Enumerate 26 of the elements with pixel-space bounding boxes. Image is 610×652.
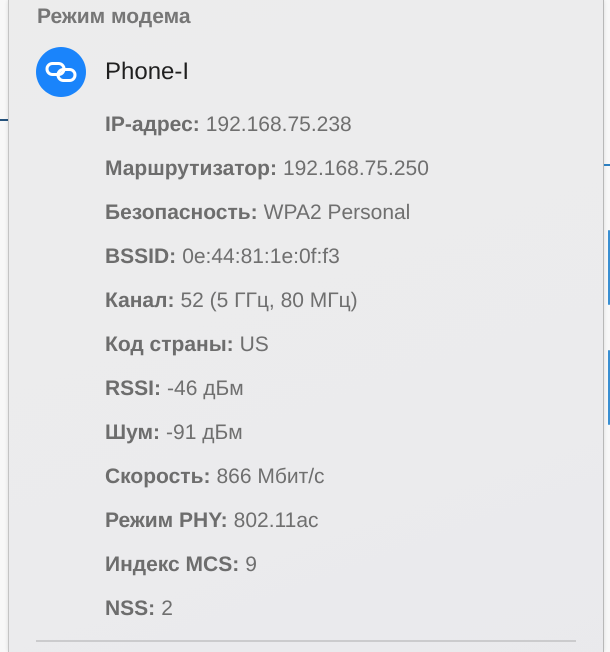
detail-label: Индекс MCS:: [105, 553, 240, 577]
detail-value: 0e:44:81:1e:0f:f3: [182, 245, 340, 269]
detail-label: BSSID:: [105, 245, 176, 269]
detail-label: RSSI:: [105, 377, 162, 401]
detail-value: 192.168.75.250: [282, 157, 429, 181]
detail-label: Код страны:: [105, 333, 234, 357]
detail-value: WPA2 Personal: [264, 201, 410, 225]
detail-label: Канал:: [105, 289, 174, 313]
detail-label: Безопасность:: [105, 201, 258, 225]
detail-label: Скорость:: [105, 465, 210, 489]
detail-value: 802.11ac: [234, 509, 319, 533]
detail-value: -91 дБм: [166, 421, 243, 445]
detail-value: 192.168.75.238: [206, 113, 352, 137]
detail-label: Режим PHY:: [105, 509, 228, 533]
detail-value: 52 (5 ГГц, 80 МГц): [180, 289, 358, 313]
detail-value: -46 дБм: [167, 377, 244, 401]
detail-value: 866 Мбит/с: [216, 465, 325, 489]
detail-value: US: [240, 333, 269, 357]
detail-label: Шум:: [105, 421, 160, 445]
detail-value: 9: [245, 553, 257, 577]
detail-value: 2: [161, 597, 173, 621]
network-item[interactable]: Phone-I: [36, 47, 190, 97]
detail-label: IP-адрес:: [105, 113, 200, 137]
section-title: Режим модема: [37, 5, 191, 29]
detail-label: Маршрутизатор:: [105, 157, 277, 181]
detail-label: NSS:: [105, 597, 156, 621]
